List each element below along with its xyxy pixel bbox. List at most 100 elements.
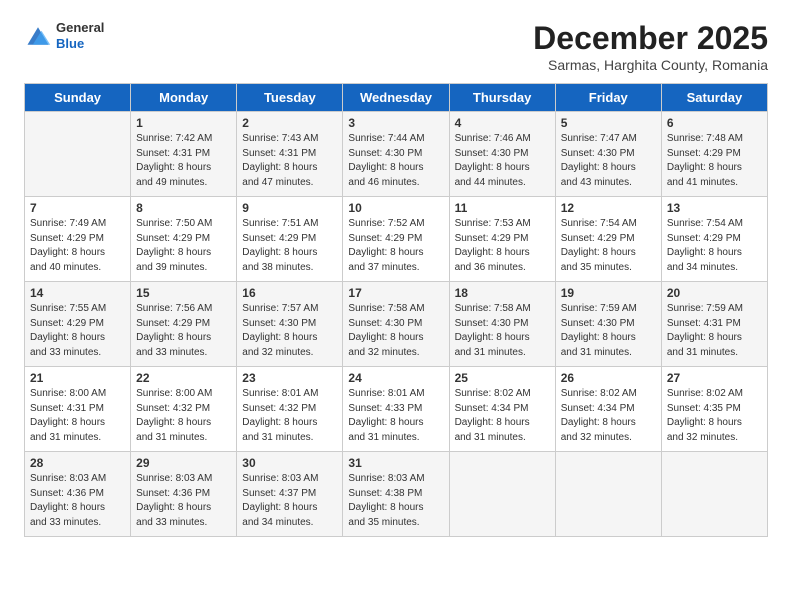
day-info: Sunrise: 7:51 AM Sunset: 4:29 PM Dayligh… [242,217,337,275]
calendar-cell: 13Sunrise: 7:54 AM Sunset: 4:29 PM Dayli… [661,197,767,282]
day-info: Sunrise: 8:03 AM Sunset: 4:36 PM Dayligh… [30,472,125,530]
day-info: Sunrise: 8:00 AM Sunset: 4:32 PM Dayligh… [136,387,231,445]
day-info: Sunrise: 7:46 AM Sunset: 4:30 PM Dayligh… [455,132,550,190]
day-number: 20 [667,286,762,300]
calendar-week-row: 14 Sunrise: 7:55 AM Sunset: 4:29 PM Dayli… [25,282,768,367]
calendar-cell: 14 Sunrise: 7:55 AM Sunset: 4:29 PM Dayli… [25,282,131,367]
logo-general: General [56,20,104,36]
day-number: 2 [242,116,337,130]
day-info: Sunrise: 7:48 AM Sunset: 4:29 PM Dayligh… [667,132,762,190]
title-block: December 2025 Sarmas, Harghita County, R… [533,20,768,73]
day-number: 30 [242,456,337,470]
day-info: Sunrise: 7:55 AM Sunset: 4:29 PM Dayligh… [30,302,125,360]
day-info: Sunrise: 7:56 AM Sunset: 4:29 PM Dayligh… [136,302,231,360]
day-info: Sunrise: 7:54 AM Sunset: 4:29 PM Dayligh… [667,217,762,275]
day-info: Sunrise: 7:47 AM Sunset: 4:30 PM Dayligh… [561,132,656,190]
calendar-week-row: 21 Sunrise: 8:00 AM Sunset: 4:31 PM Dayli… [25,367,768,452]
calendar-cell: 30 Sunrise: 8:03 AM Sunset: 4:37 PM Dayli… [237,452,343,537]
calendar-cell: 31 Sunrise: 8:03 AM Sunset: 4:38 PM Dayli… [343,452,449,537]
calendar-week-row: 7 Sunrise: 7:49 AM Sunset: 4:29 PM Daylig… [25,197,768,282]
day-number: 4 [455,116,550,130]
calendar-cell: 20 Sunrise: 7:59 AM Sunset: 4:31 PM Dayli… [661,282,767,367]
day-number: 7 [30,201,125,215]
calendar-cell: 16 Sunrise: 7:57 AM Sunset: 4:30 PM Dayli… [237,282,343,367]
day-number: 17 [348,286,443,300]
calendar-cell [25,112,131,197]
calendar-cell: 6 Sunrise: 7:48 AM Sunset: 4:29 PM Daylig… [661,112,767,197]
day-info: Sunrise: 8:02 AM Sunset: 4:34 PM Dayligh… [561,387,656,445]
calendar-week-row: 1Sunrise: 7:42 AM Sunset: 4:31 PM Daylig… [25,112,768,197]
calendar-cell: 19 Sunrise: 7:59 AM Sunset: 4:30 PM Dayli… [555,282,661,367]
day-number: 11 [455,201,550,215]
day-number: 18 [455,286,550,300]
day-info: Sunrise: 7:44 AM Sunset: 4:30 PM Dayligh… [348,132,443,190]
calendar-cell: 2 Sunrise: 7:43 AM Sunset: 4:31 PM Daylig… [237,112,343,197]
day-number: 31 [348,456,443,470]
location: Sarmas, Harghita County, Romania [533,57,768,73]
day-number: 14 [30,286,125,300]
day-info: Sunrise: 8:00 AM Sunset: 4:31 PM Dayligh… [30,387,125,445]
logo-blue: Blue [56,36,104,52]
calendar-cell: 28Sunrise: 8:03 AM Sunset: 4:36 PM Dayli… [25,452,131,537]
day-info: Sunrise: 8:03 AM Sunset: 4:38 PM Dayligh… [348,472,443,530]
day-info: Sunrise: 7:59 AM Sunset: 4:30 PM Dayligh… [561,302,656,360]
calendar-cell: 25Sunrise: 8:02 AM Sunset: 4:34 PM Dayli… [449,367,555,452]
day-info: Sunrise: 7:59 AM Sunset: 4:31 PM Dayligh… [667,302,762,360]
day-info: Sunrise: 7:42 AM Sunset: 4:31 PM Dayligh… [136,132,231,190]
day-number: 15 [136,286,231,300]
calendar-cell: 3Sunrise: 7:44 AM Sunset: 4:30 PM Daylig… [343,112,449,197]
day-info: Sunrise: 7:54 AM Sunset: 4:29 PM Dayligh… [561,217,656,275]
calendar-cell: 8 Sunrise: 7:50 AM Sunset: 4:29 PM Daylig… [131,197,237,282]
day-number: 10 [348,201,443,215]
calendar-cell: 10Sunrise: 7:52 AM Sunset: 4:29 PM Dayli… [343,197,449,282]
day-number: 19 [561,286,656,300]
calendar-cell: 11 Sunrise: 7:53 AM Sunset: 4:29 PM Dayli… [449,197,555,282]
calendar-cell: 7 Sunrise: 7:49 AM Sunset: 4:29 PM Daylig… [25,197,131,282]
day-info: Sunrise: 7:43 AM Sunset: 4:31 PM Dayligh… [242,132,337,190]
calendar-cell: 17 Sunrise: 7:58 AM Sunset: 4:30 PM Dayli… [343,282,449,367]
header-row: SundayMondayTuesdayWednesdayThursdayFrid… [25,84,768,112]
day-info: Sunrise: 7:57 AM Sunset: 4:30 PM Dayligh… [242,302,337,360]
day-info: Sunrise: 7:53 AM Sunset: 4:29 PM Dayligh… [455,217,550,275]
day-of-week-header: Wednesday [343,84,449,112]
day-number: 8 [136,201,231,215]
day-info: Sunrise: 8:02 AM Sunset: 4:35 PM Dayligh… [667,387,762,445]
day-number: 12 [561,201,656,215]
day-number: 27 [667,371,762,385]
logo-icon [24,22,52,50]
calendar-cell: 18 Sunrise: 7:58 AM Sunset: 4:30 PM Dayli… [449,282,555,367]
calendar-cell: 5Sunrise: 7:47 AM Sunset: 4:30 PM Daylig… [555,112,661,197]
day-number: 6 [667,116,762,130]
day-info: Sunrise: 7:58 AM Sunset: 4:30 PM Dayligh… [455,302,550,360]
day-info: Sunrise: 8:03 AM Sunset: 4:37 PM Dayligh… [242,472,337,530]
day-info: Sunrise: 8:03 AM Sunset: 4:36 PM Dayligh… [136,472,231,530]
calendar-cell [449,452,555,537]
calendar-cell: 15 Sunrise: 7:56 AM Sunset: 4:29 PM Dayli… [131,282,237,367]
day-info: Sunrise: 8:01 AM Sunset: 4:33 PM Dayligh… [348,387,443,445]
day-info: Sunrise: 7:50 AM Sunset: 4:29 PM Dayligh… [136,217,231,275]
calendar-cell: 29Sunrise: 8:03 AM Sunset: 4:36 PM Dayli… [131,452,237,537]
day-number: 22 [136,371,231,385]
day-of-week-header: Thursday [449,84,555,112]
logo: General Blue [24,20,104,51]
calendar-cell: 23Sunrise: 8:01 AM Sunset: 4:32 PM Dayli… [237,367,343,452]
logo-text: General Blue [56,20,104,51]
day-number: 21 [30,371,125,385]
calendar-header: SundayMondayTuesdayWednesdayThursdayFrid… [25,84,768,112]
calendar-cell: 9Sunrise: 7:51 AM Sunset: 4:29 PM Daylig… [237,197,343,282]
calendar-cell: 26Sunrise: 8:02 AM Sunset: 4:34 PM Dayli… [555,367,661,452]
calendar-cell [555,452,661,537]
day-number: 16 [242,286,337,300]
day-of-week-header: Saturday [661,84,767,112]
calendar-table: SundayMondayTuesdayWednesdayThursdayFrid… [24,83,768,537]
day-of-week-header: Friday [555,84,661,112]
calendar-cell [661,452,767,537]
page-header: General Blue December 2025 Sarmas, Hargh… [24,20,768,73]
calendar-cell: 22 Sunrise: 8:00 AM Sunset: 4:32 PM Dayli… [131,367,237,452]
day-of-week-header: Sunday [25,84,131,112]
calendar-cell: 12 Sunrise: 7:54 AM Sunset: 4:29 PM Dayli… [555,197,661,282]
calendar-cell: 24Sunrise: 8:01 AM Sunset: 4:33 PM Dayli… [343,367,449,452]
day-info: Sunrise: 7:58 AM Sunset: 4:30 PM Dayligh… [348,302,443,360]
day-info: Sunrise: 7:49 AM Sunset: 4:29 PM Dayligh… [30,217,125,275]
calendar-body: 1Sunrise: 7:42 AM Sunset: 4:31 PM Daylig… [25,112,768,537]
